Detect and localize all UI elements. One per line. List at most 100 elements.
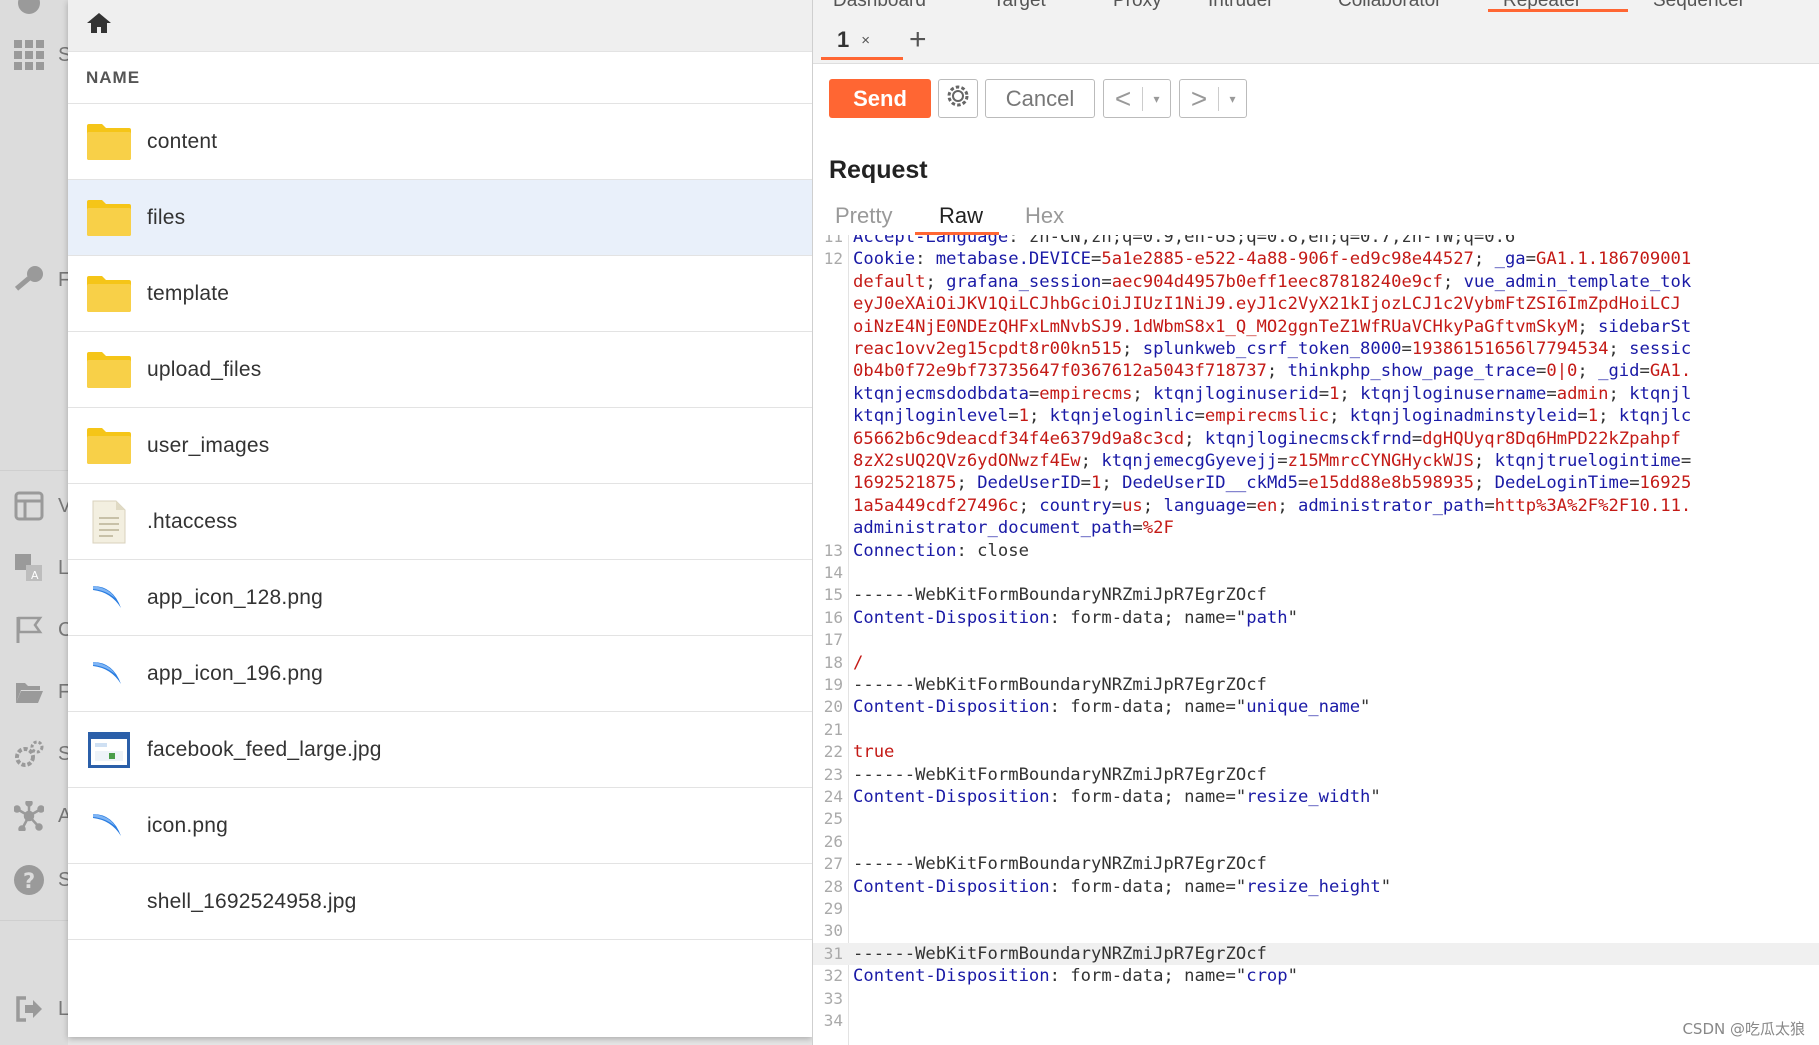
network-icon	[12, 799, 46, 833]
file-row[interactable]: icon.png	[68, 788, 812, 864]
code-token: ktqnjloginecmsckfrnd	[1204, 428, 1412, 449]
image-file-icon	[85, 802, 133, 850]
file-row[interactable]: shell_1692524958.jpg	[68, 864, 812, 940]
watermark: CSDN @吃瓜太狼	[1682, 1020, 1805, 1038]
file-name: shell_1692524958.jpg	[147, 889, 357, 913]
line-content: ------WebKitFormBoundaryNRZmiJpR7EgrZOcf	[853, 584, 1267, 606]
code-token: "	[1370, 787, 1381, 807]
file-row[interactable]: template	[68, 256, 812, 332]
code-token: =	[1091, 249, 1102, 270]
add-tab-button[interactable]: +	[909, 25, 927, 55]
repeater-subtabs: 1 × +	[813, 12, 1819, 64]
settings-gear-button[interactable]	[938, 79, 978, 118]
line-content: ktqnjloginlevel=1; ktqnjeloginlic=empire…	[853, 405, 1691, 427]
sidebar-item-help[interactable]: ? S	[0, 849, 71, 911]
code-token: ;	[925, 271, 947, 292]
file-row[interactable]: app_icon_196.png	[68, 636, 812, 712]
line-content: reac1ovv2eg15cpdt8r00kn515; splunkweb_cs…	[853, 338, 1691, 360]
line-content: administrator_document_path=%2F	[853, 517, 1174, 539]
code-token: ktqnjloginadminstyleid	[1349, 406, 1578, 427]
file-row[interactable]: app_icon_128.png	[68, 560, 812, 636]
repeater-tab-1[interactable]: 1 ×	[821, 20, 903, 60]
code-token: Content-Disposition	[853, 787, 1050, 807]
code-token: =	[1525, 249, 1537, 270]
sidebar-item-settings[interactable]: S	[0, 723, 71, 785]
back-nav-button[interactable]: < ▾	[1103, 79, 1171, 118]
back-arrow-icon[interactable]: <	[1104, 83, 1142, 115]
code-token: resize_height	[1246, 876, 1381, 897]
file-row[interactable]: files	[68, 180, 812, 256]
line-content: 1a5a449cdf27496c; country=us; language=e…	[853, 495, 1691, 517]
request-line: administrator_document_path=%2F	[813, 517, 1819, 539]
line-number: 16	[823, 607, 843, 627]
line-content: oiNzE4NjE0NDEzQHFxLmNvbSJ9.1dWbmS8x1_Q_M…	[853, 316, 1691, 338]
file-row[interactable]: upload_files	[68, 332, 812, 408]
tab-target[interactable]: Target	[993, 0, 1046, 12]
code-token: ;	[1473, 249, 1495, 270]
code-token: unique_name	[1246, 697, 1361, 718]
line-content: default; grafana_session=aec904d4957b0ef…	[853, 271, 1691, 293]
line-number: 33	[823, 988, 843, 1008]
text-file-icon	[85, 498, 133, 546]
code-token: =	[1028, 383, 1040, 404]
send-button[interactable]: Send	[829, 79, 931, 118]
request-title: Request	[829, 156, 928, 184]
tab-intruder[interactable]: Intruder	[1208, 0, 1273, 12]
sidebar-item-files[interactable]: F	[0, 661, 70, 723]
code-token: crop	[1246, 966, 1288, 987]
forward-nav-button[interactable]: > ▾	[1179, 79, 1247, 118]
code-token: =	[1277, 451, 1288, 471]
sidebar-item-language[interactable]: A L	[0, 537, 69, 599]
tab-sequencer[interactable]: Sequencer	[1653, 0, 1745, 12]
home-icon[interactable]	[86, 12, 112, 39]
image-file-icon	[85, 574, 133, 622]
image-file-icon	[85, 650, 133, 698]
file-name: template	[147, 281, 230, 305]
code-token: vue_admin_template_tok	[1463, 271, 1692, 292]
line-content: Connection: close	[853, 540, 1029, 562]
forward-arrow-icon[interactable]: >	[1180, 83, 1218, 115]
file-row[interactable]: content	[68, 104, 812, 180]
sidebar-item-apps[interactable]: S	[0, 24, 71, 86]
tab-hex[interactable]: Hex	[1025, 203, 1064, 229]
forward-dropdown-icon[interactable]: ▾	[1218, 86, 1246, 111]
request-editor[interactable]: 11 Accept-Language: zh-CN,zh;q=0.9,en-US;…	[813, 235, 1819, 1045]
gears-icon	[12, 737, 46, 771]
request-line: 14	[813, 562, 1819, 584]
tab-pretty[interactable]: Pretty	[835, 203, 892, 229]
cancel-button[interactable]: Cancel	[985, 79, 1095, 118]
name-column-header[interactable]: NAME	[68, 52, 812, 104]
code-token: ;	[1608, 383, 1630, 404]
code-token: thinkphp_show_page_trace	[1287, 361, 1536, 382]
sidebar-item-api[interactable]: A	[0, 785, 71, 847]
line-number: 28	[823, 876, 843, 896]
code-token: =	[1639, 361, 1650, 382]
file-row[interactable]: user_images	[68, 408, 812, 484]
code-token: ;	[1473, 473, 1495, 494]
file-name: .htaccess	[147, 509, 238, 533]
code-token: language	[1163, 495, 1247, 516]
tab-raw[interactable]: Raw	[939, 203, 983, 229]
request-line: 26	[813, 831, 1819, 853]
code-token: ;	[1473, 451, 1495, 471]
file-row[interactable]: .htaccess	[68, 484, 812, 560]
close-tab-icon[interactable]: ×	[861, 32, 870, 49]
code-token: administrator_path	[1298, 495, 1485, 516]
sidebar-item-layout[interactable]: V	[0, 475, 71, 537]
tab-proxy[interactable]: Proxy	[1113, 0, 1162, 12]
file-row[interactable]: facebook_feed_large.jpg	[68, 712, 812, 788]
sidebar-item-flag[interactable]: C	[0, 599, 72, 661]
sidebar-item-key[interactable]: F	[0, 249, 70, 311]
line-number: 22	[823, 742, 843, 762]
code-token: ;	[1598, 406, 1619, 427]
line-content: true	[853, 741, 894, 763]
flag-icon	[12, 613, 46, 647]
code-token: ;	[1577, 361, 1599, 382]
back-dropdown-icon[interactable]: ▾	[1142, 86, 1170, 111]
code-token: "	[1287, 607, 1298, 628]
tab-collaborator[interactable]: Collaborator	[1338, 0, 1442, 12]
code-token: DedeUserID__ckMd5	[1122, 473, 1299, 494]
code-token: ktqnjloginusername	[1360, 383, 1547, 404]
tab-dashboard[interactable]: Dashboard	[833, 0, 926, 12]
sidebar-item-logout[interactable]: L	[0, 978, 69, 1040]
